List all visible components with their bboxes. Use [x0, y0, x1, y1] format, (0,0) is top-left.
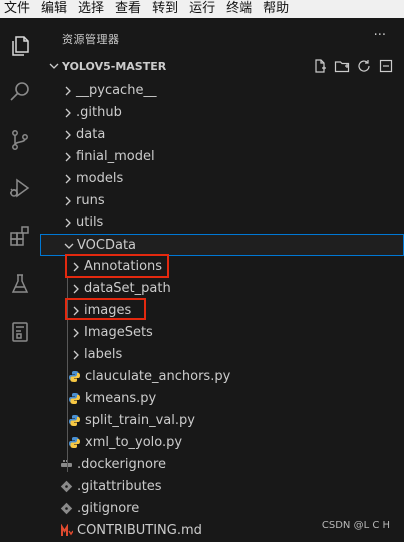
new-file-icon[interactable]	[312, 58, 328, 74]
chevron-down-icon	[64, 243, 74, 249]
tree-item-label: utils	[76, 215, 104, 230]
tree-item-label: VOCData	[77, 238, 137, 253]
tree-file-row[interactable]: clauculate_anchors.py	[40, 366, 404, 388]
git-file-icon	[60, 502, 73, 515]
menu-file[interactable]: 文件	[0, 0, 34, 18]
python-file-icon	[69, 437, 80, 448]
tree-folder-row[interactable]: data	[40, 124, 404, 146]
tree-folder-row[interactable]: dataSet_path	[40, 278, 404, 300]
workspace-name: YOLOV5-MASTER	[62, 60, 167, 73]
chevron-right-icon	[73, 328, 79, 338]
chevron-right-icon	[65, 130, 71, 140]
menu-run[interactable]: 运行	[185, 0, 219, 18]
tree-folder-row[interactable]: labels	[40, 344, 404, 366]
menu-selection[interactable]: 选择	[74, 0, 108, 18]
tree-file-row[interactable]: .gitattributes	[40, 476, 404, 498]
tree-item-label: kmeans.py	[85, 391, 157, 406]
tree-item-label: runs	[76, 193, 105, 208]
python-file-icon	[69, 393, 80, 404]
watermark: CSDN @L C H	[321, 520, 390, 531]
tree-item-label: xml_to_yolo.py	[85, 435, 183, 450]
annotation-highlight-box	[65, 254, 169, 278]
tree-folder-row[interactable]: VOCData	[40, 234, 404, 256]
tree-folder-row[interactable]: ImageSets	[40, 322, 404, 344]
chevron-right-icon	[73, 350, 79, 360]
workspace-section-header[interactable]: YOLOV5-MASTER	[40, 56, 404, 78]
tree-file-row[interactable]: .dockerignore	[40, 454, 404, 476]
tree-folder-row[interactable]: finial_model	[40, 146, 404, 168]
tree-folder-row[interactable]: __pycache__	[40, 80, 404, 102]
new-folder-icon[interactable]	[334, 58, 350, 74]
tree-item-label: finial_model	[76, 149, 155, 164]
annotation-highlight-box	[65, 298, 146, 320]
tree-item-label: .gitattributes	[77, 479, 162, 494]
run-debug-icon[interactable]	[6, 174, 34, 202]
markdown-file-icon	[61, 524, 73, 536]
chevron-right-icon	[65, 218, 71, 228]
source-control-icon[interactable]	[6, 126, 34, 154]
refresh-icon[interactable]	[356, 58, 372, 74]
explorer-sidebar: 资源管理器 ··· YOLOV5-MASTER __pycache__ .gith…	[40, 18, 404, 541]
chevron-right-icon	[73, 284, 79, 294]
chevron-down-icon	[49, 63, 59, 69]
tree-item-label: ImageSets	[84, 325, 153, 340]
explorer-header: 资源管理器 ···	[40, 18, 404, 54]
chevron-right-icon	[65, 152, 71, 162]
tree-item-label: .github	[76, 105, 122, 120]
chevron-right-icon	[65, 108, 71, 118]
tree-folder-row[interactable]: runs	[40, 190, 404, 212]
collapse-all-icon[interactable]	[378, 58, 394, 74]
chevron-right-icon	[65, 86, 71, 96]
tree-item-label: __pycache__	[76, 83, 157, 98]
menu-edit[interactable]: 编辑	[37, 0, 71, 18]
tree-item-label: .dockerignore	[77, 457, 167, 472]
explorer-icon[interactable]	[6, 32, 34, 60]
tree-item-label: dataSet_path	[84, 281, 171, 296]
tree-item-label: models	[76, 171, 124, 186]
menu-terminal[interactable]: 终端	[222, 0, 256, 18]
tree-folder-row[interactable]: models	[40, 168, 404, 190]
tree-folder-row[interactable]: .github	[40, 102, 404, 124]
chevron-right-icon	[65, 196, 71, 206]
menu-bar: 文件 编辑 选择 查看 转到 运行 终端 帮助	[0, 0, 404, 18]
tree-file-row[interactable]: split_train_val.py	[40, 410, 404, 432]
explorer-title: 资源管理器	[62, 33, 120, 46]
python-file-icon	[69, 415, 80, 426]
tree-item-label: data	[76, 127, 106, 142]
more-actions-icon[interactable]: ···	[374, 28, 386, 43]
activity-bar	[0, 18, 40, 541]
tree-file-row[interactable]: kmeans.py	[40, 388, 404, 410]
menu-view[interactable]: 查看	[111, 0, 145, 18]
remote-explorer-icon[interactable]	[6, 318, 34, 346]
menu-help[interactable]: 帮助	[259, 0, 293, 18]
section-actions	[312, 58, 394, 74]
tree-item-label: .gitignore	[77, 501, 140, 516]
tree-item-label: labels	[84, 347, 123, 362]
extensions-icon[interactable]	[6, 222, 34, 250]
tree-file-row[interactable]: .gitignore	[40, 498, 404, 520]
menu-go[interactable]: 转到	[148, 0, 182, 18]
chevron-right-icon	[65, 174, 71, 184]
tree-folder-row[interactable]: utils	[40, 212, 404, 234]
tree-file-row[interactable]: xml_to_yolo.py	[40, 432, 404, 454]
tree-item-label: split_train_val.py	[85, 413, 195, 428]
search-icon[interactable]	[6, 78, 34, 106]
git-file-icon	[60, 480, 73, 493]
tree-item-label: CONTRIBUTING.md	[77, 523, 202, 538]
python-file-icon	[69, 371, 80, 382]
testing-icon[interactable]	[6, 270, 34, 298]
tree-item-label: clauculate_anchors.py	[85, 369, 231, 384]
